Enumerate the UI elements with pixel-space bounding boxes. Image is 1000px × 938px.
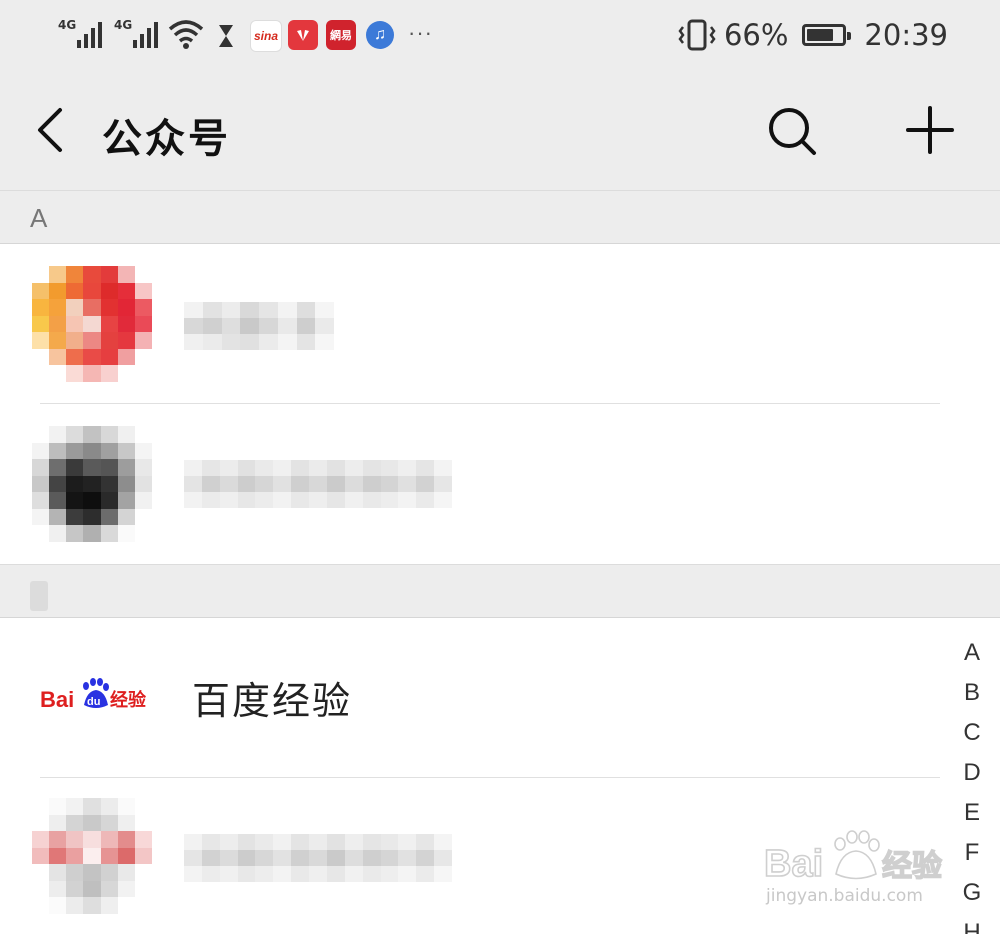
item-name: 百度经验 xyxy=(192,679,353,723)
plus-icon xyxy=(906,106,954,154)
svg-text:Bai: Bai xyxy=(40,687,74,712)
cellular-signal-2: 4G xyxy=(114,0,159,70)
item-name-redacted xyxy=(184,302,334,350)
add-button[interactable] xyxy=(900,100,960,160)
list-item[interactable] xyxy=(0,244,1000,404)
list-item[interactable] xyxy=(0,404,1000,564)
hourglass-icon xyxy=(219,25,233,47)
battery-icon xyxy=(802,24,852,46)
item-name-redacted xyxy=(184,834,452,882)
search-icon xyxy=(769,108,816,155)
index-letter[interactable]: E xyxy=(964,796,980,836)
navigation-bar: 公众号 xyxy=(0,70,1000,190)
baidu-jingyan-logo: Bai du 经验 xyxy=(40,674,150,714)
netease-app-icon: 網易 xyxy=(326,20,356,50)
svg-text:经验: 经验 xyxy=(110,689,147,711)
avatar xyxy=(32,426,152,542)
chevron-left-icon xyxy=(38,108,62,152)
search-button[interactable] xyxy=(762,100,822,160)
status-bar: 4G 4G sina 網易 ♫ ··· 66% 20:39 xyxy=(0,0,1000,70)
music-app-icon: ♫ xyxy=(366,21,394,49)
more-notifications-icon: ··· xyxy=(408,20,433,45)
wifi-icon xyxy=(168,20,204,49)
index-letter[interactable]: A xyxy=(964,636,980,676)
cellular-signal-1: 4G xyxy=(58,0,103,70)
index-letter[interactable]: G xyxy=(963,876,982,916)
section-header-a: A xyxy=(0,190,1000,244)
huawei-app-icon xyxy=(288,20,318,50)
network-type-label: 4G xyxy=(58,18,77,32)
status-right-group: 66% 20:39 xyxy=(678,16,948,54)
index-letter[interactable]: C xyxy=(963,716,980,756)
index-letter[interactable]: D xyxy=(963,756,980,796)
section-header-b xyxy=(0,564,1000,618)
signal-bars-icon xyxy=(77,22,103,48)
section-letter-redacted xyxy=(30,581,48,611)
section-letter: A xyxy=(30,203,48,233)
svg-text:du: du xyxy=(87,696,100,708)
signal-bars-icon xyxy=(133,22,159,48)
network-type-label: 4G xyxy=(114,18,133,32)
list-item-baidu-jingyan[interactable]: Bai du 经验 百度经验 xyxy=(0,618,1000,778)
index-letter[interactable]: H xyxy=(963,916,980,934)
list-item[interactable] xyxy=(0,778,1000,938)
back-button[interactable] xyxy=(24,100,80,160)
clock-time: 20:39 xyxy=(864,18,948,52)
sina-app-icon: sina xyxy=(250,20,282,52)
alphabet-index-bar[interactable]: A B C D E F G H xyxy=(950,636,994,934)
avatar xyxy=(32,798,152,914)
index-letter[interactable]: B xyxy=(964,676,980,716)
avatar xyxy=(32,266,152,382)
index-letter[interactable]: F xyxy=(965,836,980,876)
item-name-redacted xyxy=(184,460,452,508)
battery-percent: 66% xyxy=(723,18,789,52)
page-title: 公众号 xyxy=(102,116,231,162)
vibrate-icon xyxy=(678,19,716,51)
